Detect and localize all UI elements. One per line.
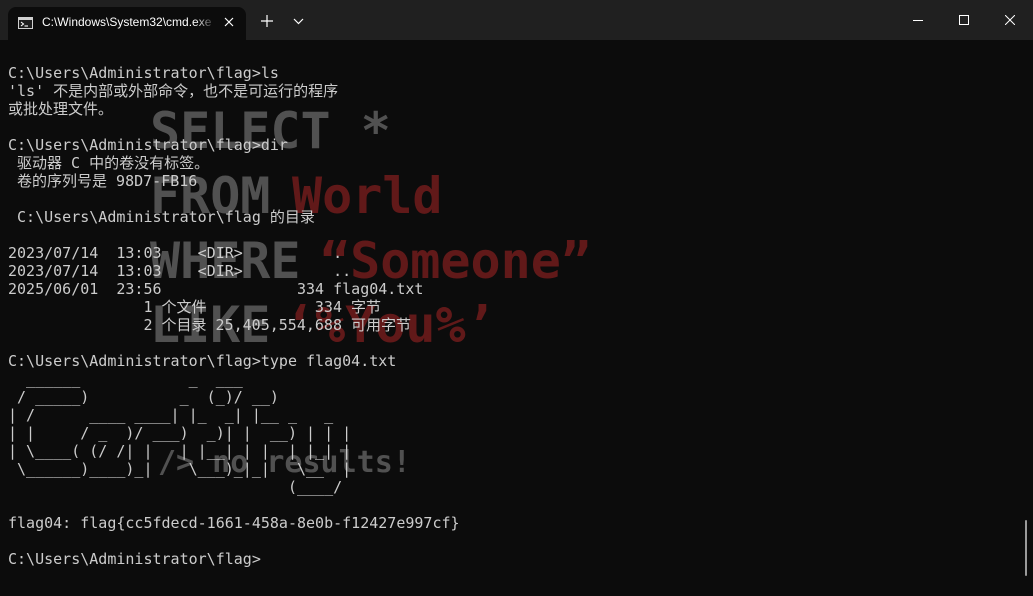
minimize-icon [913, 20, 923, 21]
console-area[interactable]: SELECT * FROM World WHERE “Someone” LIKE… [0, 40, 1033, 596]
new-tab-plus-icon[interactable] [260, 14, 274, 28]
scrollbar-thumb[interactable] [1025, 520, 1027, 576]
tab-close-icon[interactable] [221, 14, 237, 30]
chevron-down-icon[interactable] [293, 17, 304, 25]
maximize-icon [959, 15, 969, 25]
minimize-button[interactable] [895, 0, 941, 40]
close-button[interactable] [987, 0, 1033, 40]
maximize-button[interactable] [941, 0, 987, 40]
title-bar[interactable]: C:\Windows\System32\cmd.exe [0, 0, 1033, 40]
terminal-window: C:\Windows\System32\cmd.exe SELECT * FRO… [0, 0, 1033, 596]
terminal-output[interactable]: C:\Users\Administrator\flag>ls 'ls' 不是内部… [8, 64, 460, 568]
cmd-icon [18, 17, 33, 29]
close-icon [1005, 15, 1015, 25]
tab-title: C:\Windows\System32\cmd.exe [42, 15, 212, 29]
tab-cmd[interactable]: C:\Windows\System32\cmd.exe [8, 7, 246, 40]
